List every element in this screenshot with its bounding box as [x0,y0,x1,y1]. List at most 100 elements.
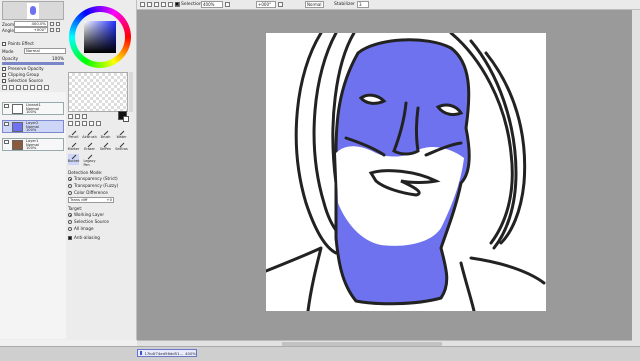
stabilizer-select[interactable]: 3 [356,0,369,8]
rect-select-icon[interactable] [68,114,73,119]
tool-brush[interactable]: Brush [100,130,111,141]
visibility-eye-icon[interactable] [4,104,9,108]
clipping-group-checkbox[interactable] [2,72,6,77]
target-option[interactable]: Selection Source [68,219,109,224]
zoom-field[interactable]: 400% [201,0,223,8]
tool-bucket[interactable]: Bucket [68,154,79,165]
antialiasing-checkbox[interactable] [68,235,72,240]
detection-mode-text: Transparency (Strict) [74,176,118,181]
nav-zoom-minus-icon[interactable] [50,22,54,26]
selection-source-checkbox[interactable] [2,78,6,83]
tool-label: Bucket [67,159,80,163]
layer-thumbnail [12,140,23,150]
stabilizer-label: Stabilizer [334,1,355,7]
tool-seleras[interactable]: SelEras [115,142,128,153]
tool-marker[interactable]: Marker [68,142,79,153]
zoom-out-icon[interactable] [168,1,173,7]
mode-label: Mode [2,48,14,54]
show-selection-icon[interactable] [154,1,159,7]
hand-icon[interactable] [89,121,94,126]
target-option[interactable]: All Image [68,226,94,231]
tool-airbrush[interactable]: AirBrush [82,130,97,141]
lasso-icon[interactable] [75,114,80,119]
selection-checkbox[interactable] [175,2,179,6]
left-panel: Zoom 400.0% Angle +000° Paints Effect Mo… [0,0,67,340]
new-folder-icon[interactable] [16,85,21,90]
magic-wand-icon[interactable] [82,114,87,119]
drawing-canvas[interactable] [264,31,546,313]
blend-mode-select[interactable]: Normal [305,0,324,8]
trans-diff-field[interactable]: Trans diff +0 [68,197,114,203]
tool-selpen[interactable]: SelPen [100,142,111,153]
document-tab[interactable]: 17b4f74ed56dd51... 400% [137,349,197,357]
drawing-artwork [264,31,546,313]
invert-selection-icon[interactable] [147,1,152,7]
merge-down-icon[interactable] [30,85,35,90]
color-square[interactable] [84,21,116,53]
new-linework-layer-icon[interactable] [9,85,14,90]
target-label: Target: [68,206,83,211]
deselect-icon[interactable] [140,1,145,7]
selection-label: Selection [181,1,202,7]
paints-effect-label: Paints Effect [8,41,34,46]
tool-pencil[interactable]: Pencil [68,130,79,141]
detection-mode-option[interactable]: Color Difference [68,190,108,195]
tool-label: SelEras [115,147,128,151]
zoom-icon[interactable] [75,121,80,126]
preserve-opacity-label: Preserve Opacity [8,66,44,71]
tool-label: Legacy Pen [83,159,96,167]
antialiasing-option[interactable]: Anti-aliasing [68,235,100,240]
view-tools [68,121,101,126]
radio-button[interactable] [68,190,72,195]
radio-button[interactable] [68,183,72,188]
rotate-reset-icon[interactable] [278,1,283,7]
preserve-opacity-checkbox[interactable] [2,66,6,71]
visibility-eye-icon[interactable] [4,140,9,144]
mode-select[interactable]: Normal [24,48,66,54]
document-icon [140,351,143,355]
secondary-color[interactable] [123,116,129,122]
navigator-thumbnail[interactable] [2,1,64,20]
radio-button[interactable] [68,176,72,181]
selection-toggle[interactable]: Selection [175,1,202,7]
detection-mode-option[interactable]: Transparency (Fuzzy) [68,183,118,188]
nav-zoom-plus-icon[interactable] [56,22,60,26]
color-swatches[interactable] [68,72,128,112]
zoom-in-icon[interactable] [161,1,166,7]
paints-effect-checkbox[interactable] [2,41,6,46]
radio-button[interactable] [68,212,72,217]
selection-source-label: Selection Source [8,78,44,83]
new-layer-icon[interactable] [2,85,7,90]
tool-legacy-pen[interactable]: Legacy Pen [83,154,96,167]
visibility-eye-icon[interactable] [4,122,9,126]
angle-field[interactable]: +000° [256,0,276,8]
clipping-group-label: Clipping Group [8,72,40,77]
zoom-reset-icon[interactable] [225,1,230,7]
move-icon[interactable] [68,121,73,126]
radio-button[interactable] [68,226,72,231]
delete-layer-icon[interactable] [44,85,49,90]
detection-mode-option[interactable]: Transparency (Strict) [68,176,118,181]
layers-list: Lineart1 Normal 100% Layer2 Normal 100% … [0,92,66,339]
layer-row[interactable]: Layer1 Normal 100% [2,138,64,151]
rotate-view-icon[interactable] [82,121,87,126]
swatch-scrollbar[interactable] [129,72,133,112]
transfer-down-icon[interactable] [23,85,28,90]
radio-button[interactable] [68,219,72,224]
vertical-scrollbar[interactable] [632,10,640,346]
nav-rotate-right-icon[interactable] [56,28,60,32]
eyedropper-icon[interactable] [96,121,101,126]
nav-rotate-left-icon[interactable] [50,28,54,32]
layer-row[interactable]: Layer2 Normal 100% [2,120,64,133]
tool-eraser[interactable]: Eraser [84,142,95,153]
tool-label: Pencil [68,135,79,139]
nav-angle-field[interactable]: +000° [14,27,48,33]
opacity-value: 100% [52,56,64,61]
tool-label: Eraser [84,147,95,151]
opacity-slider[interactable] [2,62,64,65]
color-wheel[interactable] [69,6,131,68]
tool-water[interactable]: Water [116,130,127,141]
layer-row[interactable]: Lineart1 Normal 100% [2,102,64,115]
clear-layer-icon[interactable] [37,85,42,90]
target-option[interactable]: Working Layer [68,212,104,217]
